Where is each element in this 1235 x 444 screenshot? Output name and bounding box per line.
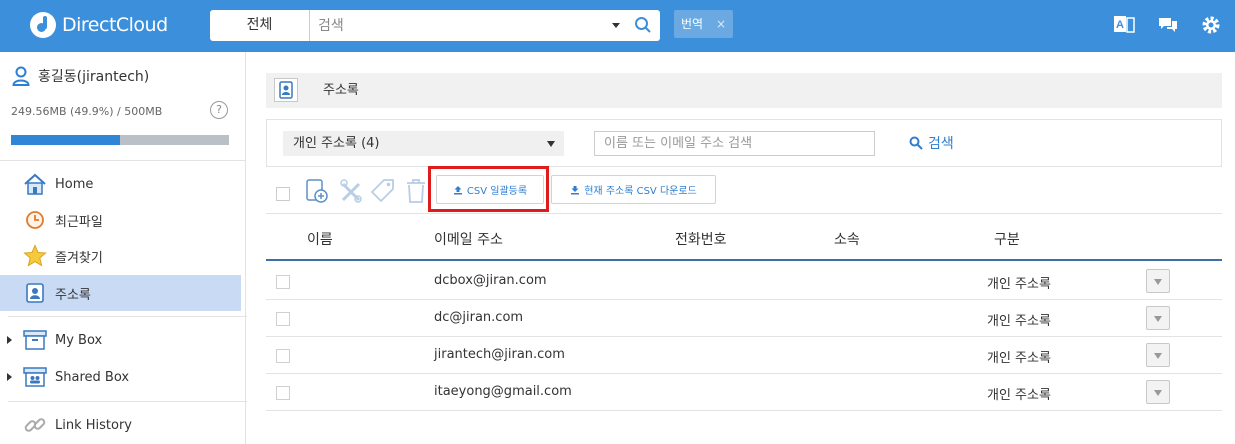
sidebar: 홍길동(jirantech) 249.56MB (49.9%) / 500MB … <box>0 52 247 444</box>
page-header: 주소록 <box>266 73 1222 108</box>
translate-icon[interactable]: A <box>1113 14 1135 36</box>
select-value: 개인 주소록 (4) <box>293 136 380 151</box>
link-icon <box>23 413 47 437</box>
row-menu-button[interactable] <box>1146 380 1170 404</box>
sidebar-item-link-history[interactable]: Link History <box>0 407 241 443</box>
sidebar-item-label: Shared Box <box>55 369 130 385</box>
chevron-down-icon <box>547 141 555 147</box>
gear-icon[interactable] <box>1200 14 1222 36</box>
name-email-search-input[interactable] <box>594 131 875 156</box>
sidebar-item-label: Link History <box>55 417 133 433</box>
close-icon[interactable]: × <box>716 10 726 38</box>
search-icon[interactable] <box>634 16 652 34</box>
top-bar: DirectCloud 전체 번역 × A <box>0 0 1235 52</box>
table-row[interactable]: jirantech@jiran.com 개인 주소록 <box>266 337 1222 374</box>
row-menu-button[interactable] <box>1146 343 1170 367</box>
table-row[interactable]: dcbox@jiran.com 개인 주소록 <box>266 263 1222 300</box>
divider <box>0 160 246 161</box>
email-cell: dcbox@jiran.com <box>434 273 547 288</box>
chat-icon[interactable] <box>1157 14 1179 36</box>
help-icon[interactable]: ? <box>210 101 228 119</box>
tag-icon[interactable] <box>371 178 395 204</box>
csv-download-label: 현재 주소록 CSV 다운로드 <box>584 186 697 197</box>
shared-box-icon <box>23 365 47 389</box>
csv-download-button[interactable]: 현재 주소록 CSV 다운로드 <box>551 175 716 204</box>
sidebar-item-label: My Box <box>55 332 103 348</box>
sidebar-item-label: 즐겨찾기 <box>55 250 103 266</box>
sidebar-item-my-box[interactable]: My Box <box>0 322 241 358</box>
sidebar-item-label: Home <box>55 176 94 192</box>
star-icon <box>23 244 47 268</box>
sidebar-item-label: 최근파일 <box>55 214 103 230</box>
table-row[interactable]: dc@jiran.com 개인 주소록 <box>266 300 1222 337</box>
home-icon <box>23 172 47 196</box>
row-checkbox[interactable] <box>276 275 290 289</box>
divider <box>8 401 247 402</box>
search-icon <box>909 136 923 150</box>
search-button-label: 검색 <box>928 136 954 152</box>
download-icon <box>571 185 580 194</box>
type-cell: 개인 주소록 <box>987 277 1051 292</box>
app-name: DirectCloud <box>62 14 168 36</box>
sidebar-item-home[interactable]: Home <box>0 166 241 202</box>
sidebar-item-shared-box[interactable]: Shared Box <box>0 359 241 395</box>
email-cell: jirantech@jiran.com <box>434 347 565 362</box>
search-input[interactable] <box>318 14 598 37</box>
clock-icon <box>23 208 47 232</box>
logo[interactable]: DirectCloud <box>30 12 168 38</box>
address-book-icon <box>23 281 47 305</box>
filter-panel: 개인 주소록 (4) 검색 <box>266 119 1222 167</box>
page-title: 주소록 <box>323 83 359 98</box>
type-cell: 개인 주소록 <box>987 351 1051 366</box>
email-cell: itaeyong@gmail.com <box>434 384 572 399</box>
select-all-checkbox[interactable] <box>276 187 290 201</box>
sidebar-item-favorites[interactable]: 즐겨찾기 <box>0 238 241 274</box>
type-cell: 개인 주소록 <box>987 314 1051 329</box>
sidebar-item-label: 주소록 <box>55 287 91 303</box>
row-menu-button[interactable] <box>1146 269 1170 293</box>
divider <box>8 316 247 317</box>
table-row[interactable]: itaeyong@gmail.com 개인 주소록 <box>266 374 1222 411</box>
column-header-org[interactable]: 소속 <box>834 229 860 249</box>
scope-dropdown-icon[interactable] <box>612 23 620 28</box>
logo-icon <box>30 12 56 38</box>
add-contact-icon[interactable] <box>305 178 329 204</box>
row-checkbox[interactable] <box>276 349 290 363</box>
column-header-email[interactable]: 이메일 주소 <box>434 229 503 249</box>
sidebar-item-recent[interactable]: 최근파일 <box>0 202 241 238</box>
search-scope-select[interactable]: 전체 <box>210 10 310 41</box>
storage-quota-text: 249.56MB (49.9%) / 500MB <box>11 105 163 118</box>
box-icon <box>23 328 47 352</box>
trash-icon[interactable] <box>404 178 428 204</box>
address-book-select[interactable]: 개인 주소록 (4) <box>283 131 564 156</box>
table-header: 이름 이메일 주소 전화번호 소속 구분 <box>266 214 1222 261</box>
column-header-phone[interactable]: 전화번호 <box>675 229 727 249</box>
row-menu-button[interactable] <box>1146 306 1170 330</box>
storage-progress-fill <box>11 135 120 145</box>
user-icon <box>12 66 30 86</box>
translate-chip[interactable]: 번역 × <box>674 10 733 38</box>
search-button[interactable]: 검색 <box>909 133 954 153</box>
column-header-type[interactable]: 구분 <box>994 229 1020 249</box>
user-info[interactable]: 홍길동(jirantech) <box>12 66 149 86</box>
address-book-icon <box>274 78 298 102</box>
row-checkbox[interactable] <box>276 386 290 400</box>
storage-progress-bar <box>11 135 229 145</box>
column-header-name[interactable]: 이름 <box>307 229 333 249</box>
svg-text:A: A <box>1116 19 1124 31</box>
highlight-box <box>428 166 549 212</box>
type-cell: 개인 주소록 <box>987 388 1051 403</box>
user-name: 홍길동(jirantech) <box>38 69 150 85</box>
email-cell: dc@jiran.com <box>434 310 524 325</box>
sidebar-item-address-book[interactable]: 주소록 <box>0 275 241 311</box>
tools-icon[interactable] <box>339 178 363 204</box>
row-checkbox[interactable] <box>276 312 290 326</box>
global-search: 전체 <box>210 10 660 41</box>
translate-label: 번역 <box>681 17 704 31</box>
